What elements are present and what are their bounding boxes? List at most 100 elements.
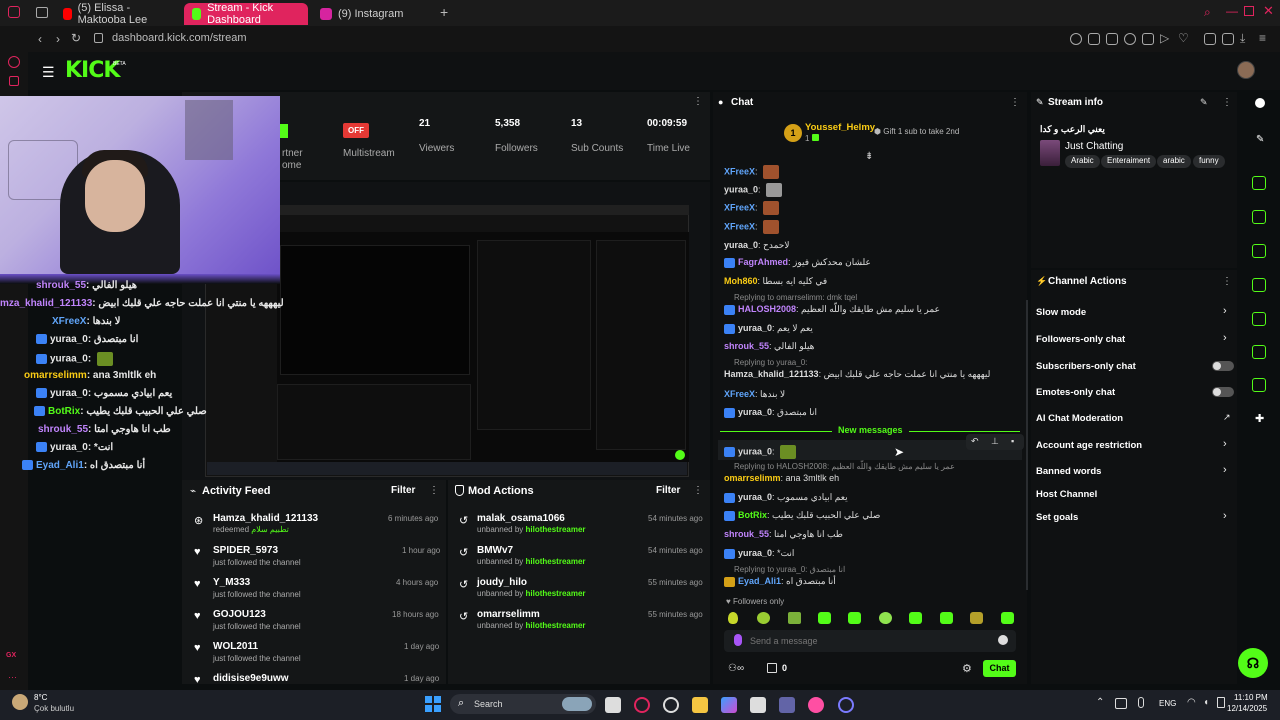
- stats-more-icon[interactable]: ⋮: [693, 96, 703, 107]
- mod-user[interactable]: BMWv7: [477, 545, 513, 556]
- gx-icon[interactable]: GX: [6, 652, 16, 659]
- support-fab-icon[interactable]: ☊: [1238, 648, 1268, 678]
- pin-icon[interactable]: ⊥: [991, 436, 999, 447]
- emoji-icon[interactable]: [998, 635, 1008, 645]
- emotes-only-toggle[interactable]: [1212, 387, 1234, 397]
- forward-icon[interactable]: ›: [49, 32, 67, 46]
- chat-more-icon[interactable]: ⋮: [1010, 97, 1020, 108]
- copilot-icon[interactable]: [721, 697, 737, 713]
- stream-info-more-icon[interactable]: ⋮: [1222, 97, 1232, 108]
- menu-lines-icon[interactable]: ≡: [1259, 31, 1266, 45]
- music-icon[interactable]: [808, 697, 824, 713]
- puzzle-icon[interactable]: [1222, 33, 1234, 45]
- slow-mode-item[interactable]: Slow mode: [1036, 307, 1086, 318]
- broadcast-icon[interactable]: [1252, 312, 1266, 326]
- kick-logo[interactable]: KICK: [65, 58, 120, 83]
- volume-icon[interactable]: ◖: [1203, 697, 1209, 708]
- host-channel-item[interactable]: Host Channel: [1036, 489, 1097, 500]
- mic-icon[interactable]: [734, 634, 742, 646]
- emote-icon[interactable]: [940, 612, 953, 624]
- collapse-arrow-icon[interactable]: ⇟: [865, 151, 873, 162]
- task-view-icon[interactable]: [605, 697, 621, 713]
- chat-scrollbar[interactable]: [1026, 300, 1028, 590]
- tab-youtube[interactable]: (5) Elissa - Maktooba Lee: [55, 2, 175, 26]
- file-explorer-icon[interactable]: [692, 697, 708, 713]
- search-tabs-icon[interactable]: ⌕: [1204, 5, 1211, 20]
- hamburger-menu-icon[interactable]: ☰: [42, 64, 55, 81]
- new-tab-plus-icon[interactable]: +: [440, 4, 448, 20]
- account-age-item[interactable]: Account age restriction: [1036, 440, 1142, 451]
- mod-more-icon[interactable]: ⋮: [693, 485, 703, 496]
- maximize-icon[interactable]: [1244, 6, 1254, 16]
- reply-icon[interactable]: ↶: [971, 436, 979, 447]
- tray-mic-icon[interactable]: [1138, 697, 1144, 708]
- layout-icon[interactable]: [1252, 345, 1266, 359]
- lightning-icon[interactable]: [1252, 210, 1266, 224]
- activity-user[interactable]: Y_M333: [213, 577, 250, 588]
- tray-app-icon[interactable]: [1115, 698, 1127, 709]
- emote-icon[interactable]: [728, 612, 738, 624]
- emote-icon[interactable]: [818, 612, 831, 624]
- chevron-right-icon[interactable]: ›: [1223, 464, 1227, 476]
- extension-icon[interactable]: [1142, 33, 1154, 45]
- tag-chip[interactable]: arabic: [1157, 155, 1191, 168]
- external-link-icon[interactable]: ↗: [1223, 412, 1231, 423]
- activity-user[interactable]: WOL2011: [213, 641, 258, 652]
- tag-chip[interactable]: funny: [1193, 155, 1225, 168]
- zoom-icon[interactable]: [1070, 33, 1082, 45]
- emote-icon[interactable]: [788, 612, 801, 624]
- screenshot-icon[interactable]: [1106, 33, 1118, 45]
- close-icon[interactable]: ✕: [1263, 3, 1274, 19]
- channel-actions-more-icon[interactable]: ⋮: [1222, 276, 1232, 287]
- top-gifter-name[interactable]: Youssef_Helmy: [805, 122, 875, 133]
- heart-icon[interactable]: ♡: [1178, 31, 1189, 45]
- player-icon[interactable]: ▷: [1160, 31, 1169, 45]
- back-icon[interactable]: ‹: [31, 32, 49, 46]
- edit-pencil-icon[interactable]: ✎: [1200, 97, 1208, 108]
- chevron-right-icon[interactable]: ›: [1223, 438, 1227, 450]
- followers-only-item[interactable]: Followers-only chat: [1036, 334, 1125, 345]
- tray-chevron-up-icon[interactable]: ⌃: [1096, 697, 1104, 708]
- teams-icon[interactable]: [779, 697, 795, 713]
- chevron-right-icon[interactable]: ›: [1223, 305, 1227, 317]
- activity-user[interactable]: Hamza_khalid_121133: [213, 513, 318, 524]
- send-chat-button[interactable]: Chat: [983, 660, 1016, 677]
- banned-words-item[interactable]: Banned words: [1036, 466, 1101, 477]
- tag-chip[interactable]: Enteraiment: [1101, 155, 1157, 168]
- opera-gx-icon[interactable]: [634, 697, 650, 713]
- battery-icon[interactable]: [1217, 697, 1225, 708]
- wifi-icon[interactable]: ◠: [1187, 697, 1196, 708]
- windows-start-icon[interactable]: [425, 696, 441, 712]
- avatar[interactable]: [1237, 61, 1255, 79]
- chat-users-icon[interactable]: ⚇∞: [728, 663, 744, 674]
- discord-icon[interactable]: [838, 697, 854, 713]
- ai-chat-moderation-item[interactable]: AI Chat Moderation: [1036, 413, 1123, 424]
- document-icon[interactable]: [1252, 244, 1266, 258]
- tool-icon[interactable]: [1252, 378, 1266, 392]
- set-goals-item[interactable]: Set goals: [1036, 512, 1078, 523]
- pencil-icon[interactable]: ✎: [1256, 134, 1264, 145]
- clock-time[interactable]: 11:10 PM: [1234, 693, 1268, 702]
- chat-icon[interactable]: [1252, 278, 1266, 292]
- bookmark-icon[interactable]: [1088, 33, 1100, 45]
- activity-user[interactable]: SPIDER_5973: [213, 545, 278, 556]
- vpn-icon[interactable]: [1124, 33, 1136, 45]
- activity-user[interactable]: GOJOU123: [213, 609, 266, 620]
- capture-icon[interactable]: [1252, 176, 1266, 190]
- download-icon[interactable]: ⤓: [1240, 31, 1245, 46]
- mod-user[interactable]: omarrselimm: [477, 609, 540, 620]
- emote-icon[interactable]: [757, 612, 770, 624]
- multistream-off-badge[interactable]: OFF: [343, 123, 369, 138]
- activity-more-icon[interactable]: ⋮: [429, 485, 439, 496]
- mod-user[interactable]: joudy_hilo: [477, 577, 527, 588]
- delete-icon[interactable]: ▪: [1011, 436, 1014, 446]
- minimize-icon[interactable]: —: [1226, 4, 1238, 18]
- url-field[interactable]: dashboard.kick.com/stream: [112, 32, 247, 44]
- language-indicator[interactable]: ENG: [1159, 699, 1176, 708]
- obs-icon[interactable]: [663, 697, 679, 713]
- cube-icon[interactable]: [1204, 33, 1216, 45]
- emote-icon[interactable]: [1001, 612, 1014, 624]
- workspace-icon[interactable]: [9, 76, 19, 86]
- weather-icon[interactable]: [12, 694, 28, 710]
- mod-user[interactable]: malak_osama1066: [477, 513, 565, 524]
